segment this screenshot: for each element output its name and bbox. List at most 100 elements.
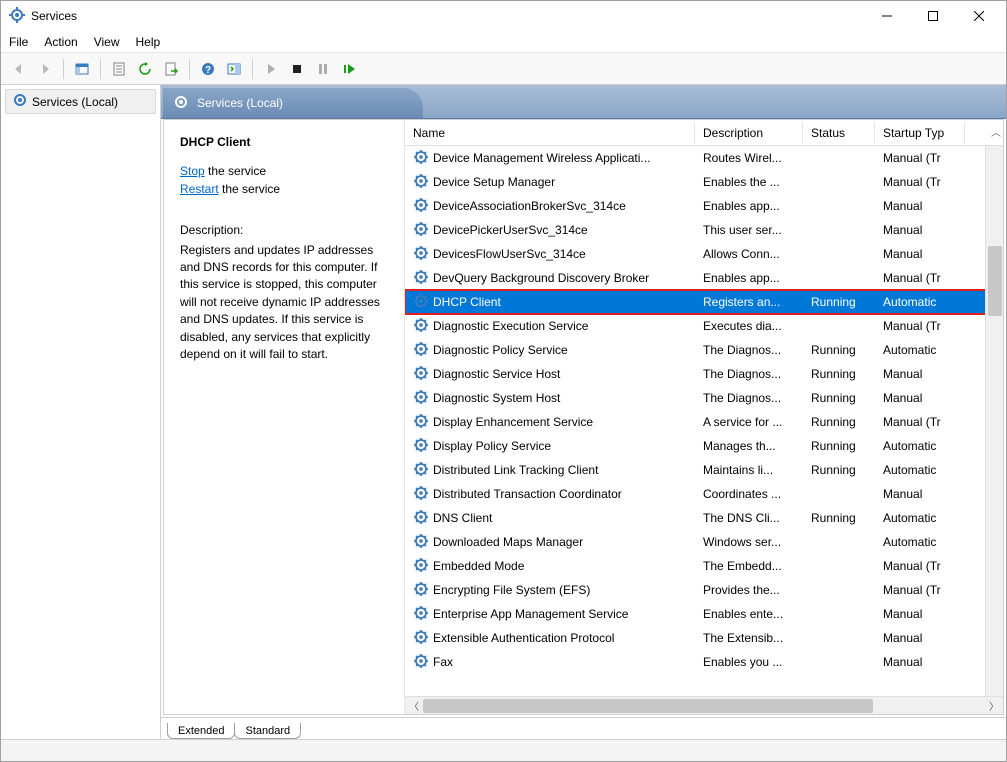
- menu-file[interactable]: File: [9, 35, 28, 49]
- tree-root-services-local[interactable]: Services (Local): [5, 89, 156, 114]
- properties-button[interactable]: [107, 57, 131, 81]
- horizontal-scrollbar[interactable]: 〈 〉: [405, 696, 1003, 714]
- tree-pane: Services (Local): [1, 85, 161, 739]
- show-hide-action-pane-button[interactable]: [222, 57, 246, 81]
- stop-service-link[interactable]: Stop: [180, 164, 205, 178]
- service-row[interactable]: DevicesFlowUserSvc_314ceAllows Conn...Ma…: [405, 242, 1003, 266]
- service-row[interactable]: FaxEnables you ...Manual: [405, 650, 1003, 674]
- gear-icon: [413, 245, 429, 264]
- service-row[interactable]: Enterprise App Management ServiceEnables…: [405, 602, 1003, 626]
- forward-button[interactable]: [33, 57, 57, 81]
- scrollbar-thumb[interactable]: [423, 699, 873, 713]
- service-row[interactable]: Diagnostic Policy ServiceThe Diagnos...R…: [405, 338, 1003, 362]
- service-name-cell: Diagnostic Service Host: [433, 367, 560, 381]
- tab-extended[interactable]: Extended: [167, 723, 235, 739]
- col-header-description[interactable]: Description: [695, 122, 803, 144]
- service-status-cell: Running: [803, 511, 875, 525]
- service-desc-cell: Enables app...: [695, 271, 803, 285]
- service-row[interactable]: Device Management Wireless Applicati...R…: [405, 146, 1003, 170]
- tab-standard[interactable]: Standard: [234, 723, 301, 739]
- maximize-button[interactable]: [910, 1, 956, 31]
- gear-icon: [413, 581, 429, 600]
- service-row[interactable]: DevicePickerUserSvc_314ceThis user ser..…: [405, 218, 1003, 242]
- service-row[interactable]: Diagnostic Service HostThe Diagnos...Run…: [405, 362, 1003, 386]
- gear-icon: [413, 461, 429, 480]
- service-startup-cell: Manual: [875, 655, 965, 669]
- col-header-startup[interactable]: Startup Typ: [875, 122, 965, 144]
- service-desc-cell: The Extensib...: [695, 631, 803, 645]
- refresh-button[interactable]: [133, 57, 157, 81]
- scroll-right-icon[interactable]: 〉: [985, 698, 1003, 713]
- service-row[interactable]: DeviceAssociationBrokerSvc_314ceEnables …: [405, 194, 1003, 218]
- service-row[interactable]: Display Enhancement ServiceA service for…: [405, 410, 1003, 434]
- menu-view[interactable]: View: [94, 35, 120, 49]
- service-row[interactable]: Diagnostic Execution ServiceExecutes dia…: [405, 314, 1003, 338]
- gear-icon: [413, 173, 429, 192]
- service-name-cell: Fax: [433, 655, 453, 669]
- show-hide-console-button[interactable]: [70, 57, 94, 81]
- pause-service-button[interactable]: [311, 57, 335, 81]
- service-row[interactable]: Downloaded Maps ManagerWindows ser...Aut…: [405, 530, 1003, 554]
- service-startup-cell: Manual (Tr: [875, 583, 965, 597]
- service-desc-cell: Enables the ...: [695, 175, 803, 189]
- scrollbar-thumb[interactable]: [988, 246, 1002, 316]
- list-rows[interactable]: Device Management Wireless Applicati...R…: [405, 146, 1003, 696]
- service-startup-cell: Manual: [875, 631, 965, 645]
- gear-icon: [413, 485, 429, 504]
- service-row[interactable]: Distributed Transaction CoordinatorCoord…: [405, 482, 1003, 506]
- menu-action[interactable]: Action: [44, 35, 77, 49]
- col-header-name[interactable]: Name: [405, 122, 695, 144]
- service-row[interactable]: Embedded ModeThe Embedd...Manual (Tr: [405, 554, 1003, 578]
- service-startup-cell: Manual: [875, 607, 965, 621]
- minimize-button[interactable]: [864, 1, 910, 31]
- menubar: File Action View Help: [1, 31, 1006, 53]
- toolbar-separator: [63, 59, 64, 79]
- col-header-status[interactable]: Status: [803, 122, 875, 144]
- service-row[interactable]: Distributed Link Tracking ClientMaintain…: [405, 458, 1003, 482]
- restart-service-button[interactable]: [337, 57, 361, 81]
- service-desc-cell: The Diagnos...: [695, 391, 803, 405]
- vertical-scrollbar[interactable]: [985, 146, 1003, 696]
- stop-service-button[interactable]: [285, 57, 309, 81]
- service-startup-cell: Automatic: [875, 295, 965, 309]
- service-desc-cell: Enables ente...: [695, 607, 803, 621]
- service-name-cell: Diagnostic Execution Service: [433, 319, 588, 333]
- service-row[interactable]: Display Policy ServiceManages th...Runni…: [405, 434, 1003, 458]
- service-desc-cell: The Diagnos...: [695, 367, 803, 381]
- service-startup-cell: Manual: [875, 391, 965, 405]
- service-name-cell: Distributed Transaction Coordinator: [433, 487, 622, 501]
- close-button[interactable]: [956, 1, 1002, 31]
- scroll-left-icon[interactable]: 〈: [405, 698, 423, 713]
- gear-icon: [413, 317, 429, 336]
- service-status-cell: Running: [803, 391, 875, 405]
- service-row[interactable]: DHCP ClientRegisters an...RunningAutomat…: [405, 290, 1003, 314]
- service-startup-cell: Manual (Tr: [875, 559, 965, 573]
- back-button[interactable]: [7, 57, 31, 81]
- service-row[interactable]: DNS ClientThe DNS Cli...RunningAutomatic: [405, 506, 1003, 530]
- service-row[interactable]: DevQuery Background Discovery BrokerEnab…: [405, 266, 1003, 290]
- restart-service-link[interactable]: Restart: [180, 182, 219, 196]
- gear-icon: [413, 605, 429, 624]
- gear-icon: [173, 94, 189, 113]
- gear-icon: [413, 413, 429, 432]
- toolbar-separator: [252, 59, 253, 79]
- service-desc-cell: Maintains li...: [695, 463, 803, 477]
- help-button[interactable]: ?: [196, 57, 220, 81]
- selected-service-name: DHCP Client: [180, 134, 394, 151]
- service-row[interactable]: Extensible Authentication ProtocolThe Ex…: [405, 626, 1003, 650]
- content-pane: Services (Local) DHCP Client Stop the se…: [161, 85, 1006, 739]
- statusbar: [1, 739, 1006, 761]
- service-name-cell: Display Enhancement Service: [433, 415, 593, 429]
- service-row[interactable]: Encrypting File System (EFS)Provides the…: [405, 578, 1003, 602]
- export-list-button[interactable]: [159, 57, 183, 81]
- service-row[interactable]: Device Setup ManagerEnables the ...Manua…: [405, 170, 1003, 194]
- menu-help[interactable]: Help: [136, 35, 161, 49]
- service-startup-cell: Automatic: [875, 511, 965, 525]
- gear-icon: [413, 557, 429, 576]
- start-service-button[interactable]: [259, 57, 283, 81]
- service-name-cell: DNS Client: [433, 511, 492, 525]
- service-row[interactable]: Diagnostic System HostThe Diagnos...Runn…: [405, 386, 1003, 410]
- service-status-cell: Running: [803, 343, 875, 357]
- scroll-up-icon[interactable]: ︿: [991, 124, 1001, 139]
- service-desc-cell: The Embedd...: [695, 559, 803, 573]
